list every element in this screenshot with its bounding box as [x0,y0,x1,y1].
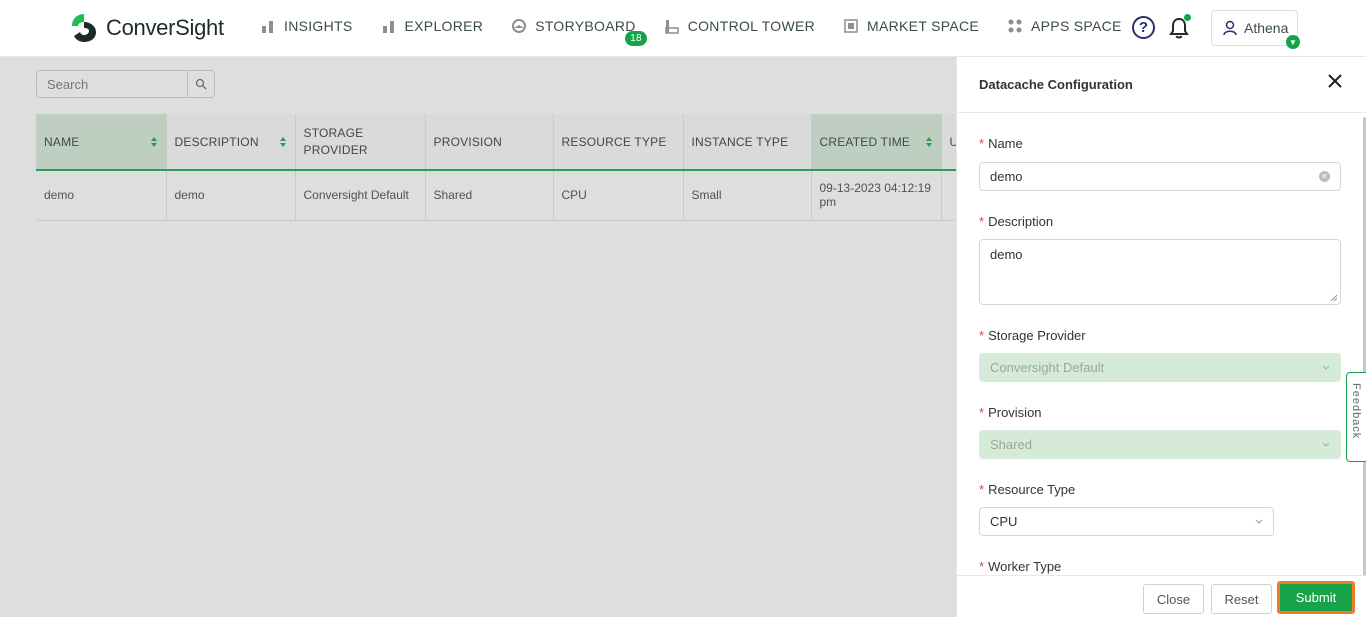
resize-grip-icon[interactable] [1330,294,1338,302]
provision-select: Shared [979,430,1341,459]
sort-icon[interactable] [150,136,158,148]
brand-logo[interactable]: ConverSight [68,12,224,44]
search-button[interactable] [187,71,214,97]
nav-label: MARKET SPACE [867,18,980,34]
table-header-row: NAME DESCRIPTION STORAGE PROVIDER PROVIS… [36,114,972,171]
column-header-name[interactable]: NAME [36,114,167,171]
name-field[interactable]: demo ✕ [979,162,1341,191]
cell-created-time: 09-13-2023 04:12:19 pm [811,170,942,221]
brand-name: ConverSight [106,15,224,40]
column-header-description[interactable]: DESCRIPTION [166,114,296,171]
nav-apps-space[interactable]: APPS SPACE [1007,18,1122,34]
name-label: * Name [979,136,1023,151]
top-navbar: ConverSight INSIGHTS EXPLORER STORYBOARD… [0,0,1366,57]
nav-market-space[interactable]: MARKET SPACE [843,18,979,34]
nav-label: INSIGHTS [284,18,353,34]
nav-explorer[interactable]: EXPLORER [381,18,484,34]
nav-label: APPS SPACE [1031,18,1122,34]
bar-chart-icon [382,21,394,33]
factory-icon [664,20,679,34]
market-icon [844,19,858,33]
search-icon [195,78,207,90]
cell-storage-provider: Conversight Default [295,170,426,221]
storyboard-count-badge: 18 [625,31,647,46]
chevron-down-icon [1322,365,1330,370]
column-header-storage-provider[interactable]: STORAGE PROVIDER [295,114,426,171]
reset-button[interactable]: Reset [1211,584,1272,614]
conversight-logo-icon [72,14,96,42]
column-header-created-time[interactable]: CREATED TIME [811,114,942,171]
description-textarea[interactable]: demo [979,239,1341,305]
datacache-table: NAME DESCRIPTION STORAGE PROVIDER PROVIS… [36,114,972,221]
sort-icon[interactable] [925,136,933,148]
search-box [36,70,215,98]
storage-provider-label: * Storage Provider [979,328,1086,343]
notification-dot [1184,14,1191,21]
cell-description: demo [166,170,296,221]
nav-label: EXPLORER [404,18,484,34]
sort-icon[interactable] [279,136,287,148]
storage-provider-select: Conversight Default [979,353,1341,382]
main-nav: INSIGHTS EXPLORER STORYBOARD 18 CONTROL … [260,18,1150,46]
cell-provision: Shared [425,170,554,221]
user-menu-caret-icon[interactable]: ▼ [1286,35,1300,49]
user-name: Athena [1244,20,1289,36]
resource-type-label: * Resource Type [979,482,1076,497]
drawer-title: Datacache Configuration [957,57,1366,113]
close-button[interactable]: Close [1143,584,1204,614]
search-input[interactable] [37,71,187,97]
apps-grid-icon [1008,19,1022,33]
description-label: * Description [979,214,1054,229]
provision-label: * Provision [979,405,1042,420]
cell-name: demo [36,170,167,221]
chevron-down-icon [1322,442,1330,447]
cell-resource-type: CPU [553,170,684,221]
cell-instance-type: Small [683,170,812,221]
user-icon [1223,20,1237,36]
nav-control-tower[interactable]: CONTROL TOWER [664,18,815,34]
nav-label: CONTROL TOWER [687,18,816,34]
user-menu[interactable]: Athena [1211,10,1298,46]
worker-type-label: * Worker Type [979,559,1062,574]
nav-label: STORYBOARD [535,18,636,34]
chevron-down-icon [1255,519,1263,524]
drawer-footer: Close Reset Submit [957,575,1366,617]
column-header-provision[interactable]: PROVISION [425,114,554,171]
submit-button[interactable]: Submit [1277,581,1355,614]
column-header-instance-type[interactable]: INSTANCE TYPE [683,114,812,171]
nav-insights[interactable]: INSIGHTS [260,18,353,34]
close-icon[interactable] [1327,73,1343,89]
table-row[interactable]: demo demo Conversight Default Shared CPU… [36,170,972,221]
column-header-resource-type[interactable]: RESOURCE TYPE [553,114,684,171]
help-icon[interactable]: ? [1132,16,1155,39]
feedback-tab[interactable]: Feedback [1346,372,1366,462]
nav-storyboard[interactable]: STORYBOARD 18 [511,18,647,46]
bar-chart-icon [262,21,273,33]
clear-input-icon[interactable]: ✕ [1319,171,1330,182]
datacache-config-drawer: Datacache Configuration * Name demo ✕ * De… [956,57,1366,617]
resource-type-select[interactable]: CPU [979,507,1274,536]
storyboard-icon [512,19,527,33]
